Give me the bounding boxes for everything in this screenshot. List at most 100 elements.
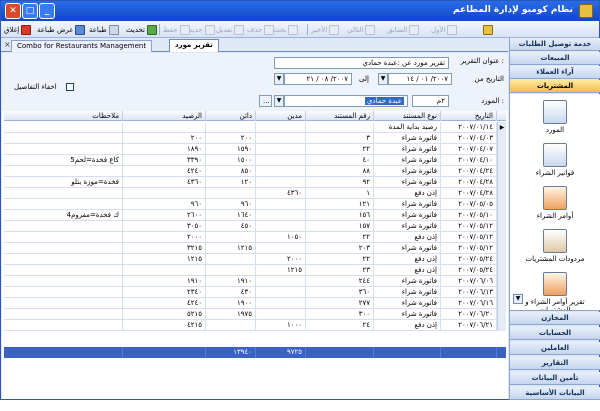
table-row[interactable]: ٢٠٠٧/٠٥/٢٤ إذن دفع ٢٢ ٢٠٠٠ ١٢١٥ <box>4 254 506 265</box>
row-indicator[interactable] <box>497 188 506 199</box>
row-indicator[interactable] <box>497 298 506 309</box>
print-button[interactable]: طباعة <box>89 23 119 36</box>
col-notes <box>12 122 123 133</box>
edit-button[interactable]: تعديل <box>216 23 245 36</box>
col-doc-number: ٣ <box>306 133 374 144</box>
supplier-name-select[interactable]: عبدة حمادي <box>284 95 408 107</box>
table-row[interactable]: ٢٠٠٧/٠٦/٢١ إذن دفع ٢٤ ١٠٠٠ ٤٢١٥ <box>4 320 506 331</box>
table-row[interactable]: ٢٠٠٧/٠٤/٠٧ فاتورة شراء ٢٢ ١٥٩٠ ١٨٩٠ <box>4 144 506 155</box>
header-col-notes[interactable]: ملاحظات <box>12 111 123 121</box>
sidebar-group-2[interactable]: آراء العملاء <box>510 66 600 79</box>
supplier-dropdown[interactable]: ▼ <box>274 95 284 107</box>
table-row[interactable]: ٢٠٠٧/٠٤/٢٨ فاتورة شراء ٩٢ ١٢٠ ٤٣٦٠ فخدة=موزة … <box>4 177 506 188</box>
sidebar-group-bottom-5[interactable]: البيانات الأساسية <box>510 387 600 400</box>
row-indicator[interactable] <box>497 232 506 243</box>
tab-close-button[interactable]: × <box>4 40 11 49</box>
date-from-input[interactable]: ٢٠٠٧/ ٠١ / ١٤ <box>388 73 452 85</box>
row-indicator[interactable] <box>497 276 506 287</box>
search-button[interactable]: بحث <box>273 23 299 36</box>
row-indicator[interactable] <box>497 254 506 265</box>
date-from-dropdown[interactable]: ▼ <box>378 73 388 85</box>
table-row[interactable]: ٢٠٠٧/٠٥/١٢ فاتورة شراء ٢٠٣ ١٢١٥ ٣٢١٥ <box>4 243 506 254</box>
table-row[interactable]: ٢٠٠٧/٠٦/٠٦ فاتورة شراء ٢٤٤ ١٩١٠ ١٩١٠ <box>4 276 506 287</box>
sidebar-item-0[interactable]: المورد <box>510 98 600 141</box>
table-row[interactable]: ٢٠٠٧/٠٤/٢٨ إذن دفع ١ ٤٣٦٠ <box>4 188 506 199</box>
col-doc-type: إذن دفع <box>374 254 441 265</box>
row-indicator[interactable]: ▶ <box>497 122 506 133</box>
header-col-credit[interactable]: دائن <box>206 111 256 121</box>
delete-button[interactable]: حذف <box>247 23 275 36</box>
toolbar-overflow-button[interactable] <box>481 23 493 36</box>
header-col-balance[interactable]: الرصيد <box>123 111 206 121</box>
supplier-code-input[interactable]: ٢م <box>412 95 449 107</box>
exit-button[interactable]: إغلاق <box>4 23 32 36</box>
window-minimize-button[interactable]: _ <box>39 3 55 19</box>
tab-home[interactable]: Combo for Restaurants Management <box>11 40 153 52</box>
date-to-dropdown[interactable]: ▼ <box>274 73 284 85</box>
row-indicator[interactable] <box>497 166 506 177</box>
header-col-doc-type[interactable]: نوع المستند <box>374 111 441 121</box>
col-doc-type: فاتورة شراء <box>374 243 441 254</box>
col-doc-type: فاتورة شراء <box>374 276 441 287</box>
table-row[interactable]: ٢٠٠٧/٠٥/١٢ إذن دفع ٢٢ ١٠٥٠ ٢٠٠٠ <box>4 232 506 243</box>
window-maximize-button[interactable]: □ <box>22 3 38 19</box>
row-indicator[interactable] <box>497 221 506 232</box>
sidebar-group-bottom-0[interactable]: المخازن <box>510 312 600 325</box>
row-indicator[interactable] <box>497 199 506 210</box>
toolbar-separator <box>307 24 308 35</box>
window-close-button[interactable]: ✕ <box>5 3 21 19</box>
header-col-debit[interactable]: مدين <box>256 111 306 121</box>
table-row[interactable]: ٢٠٠٧/٠٤/٠٣ فاتورة شراء ٣ ٢٠٠ ٢٠٠ <box>4 133 506 144</box>
row-indicator[interactable] <box>497 309 506 320</box>
table-row[interactable]: ٢٠٠٧/٠٦/١٦ فاتورة شراء ٢٧٧ ١٩٠٠ ٤٢٤٠ <box>4 298 506 309</box>
row-indicator[interactable] <box>497 155 506 166</box>
sidebar-item-4[interactable]: تقرير أوامر الشراء و المشتريات <box>510 270 600 310</box>
report-title-input[interactable]: تقرير مورد عن :عبدة حمادي <box>274 57 449 69</box>
refresh-button[interactable]: تحديث <box>126 23 157 36</box>
table-row[interactable]: ٢٠٠٧/٠٥/٢٤ إذن دفع ٢٣ ١٢١٥ <box>4 265 506 276</box>
row-indicator[interactable] <box>497 210 506 221</box>
sidebar-group-3[interactable]: المشتريات <box>510 80 600 93</box>
table-row[interactable]: ٢٠٠٧/٠٥/١٠ فاتورة شراء ١٥٦ ١٦٤٠ ٢٦٠٠ 4ك فخدة=… <box>4 210 506 221</box>
header-col-date[interactable]: التاريخ <box>441 111 497 121</box>
row-indicator[interactable] <box>497 320 506 331</box>
sidebar-scroll-down-button[interactable]: ▼ <box>513 294 523 304</box>
toolbar-separator <box>159 24 160 35</box>
table-row[interactable]: ▶ ٢٠٠٧/٠١/١٤ رصيد بداية المدة <box>4 122 506 133</box>
row-indicator[interactable] <box>497 177 506 188</box>
supplier-browse-button[interactable]: ... <box>259 95 272 107</box>
table-row[interactable]: ٢٠٠٧/٠٥/٠٥ فاتورة شراء ١٢١ ٩٦٠ ٩٦٠ <box>4 199 506 210</box>
date-to-input[interactable]: ٢٠٠٧/ ٠٨ / ٢١ <box>284 73 352 85</box>
row-indicator[interactable] <box>497 287 506 298</box>
tab-supplier-report[interactable]: تقرير مورد <box>169 39 219 52</box>
first-record-button[interactable]: الأول <box>431 23 458 36</box>
sidebar-item-3[interactable]: مردودات المشتريات <box>510 227 600 270</box>
sidebar-group-bottom-2[interactable]: العاملين <box>510 342 600 355</box>
row-indicator[interactable] <box>497 144 506 155</box>
hide-details-checkbox[interactable] <box>66 83 74 91</box>
print-preview-button[interactable]: عرض طباعة <box>37 23 86 36</box>
sidebar-item-2[interactable]: أوامر الشراء <box>510 184 600 227</box>
sidebar-group-bottom-1[interactable]: الحسابات <box>510 327 600 340</box>
table-row[interactable]: ٢٠٠٧/٠٥/١٢ فاتورة شراء ١٥٧ ٤٥٠ ٣٠٥٠ <box>4 221 506 232</box>
row-indicator[interactable] <box>497 243 506 254</box>
sidebar-group-1[interactable]: المبيعات <box>510 52 600 65</box>
row-indicator[interactable] <box>497 265 506 276</box>
table-row[interactable]: ٢٠٠٧/٠٤/٢٤ فاتورة شراء ٨٨ ٨٥٠ ٤٢٤٠ <box>4 166 506 177</box>
sidebar-group-bottom-3[interactable]: التقارير <box>510 357 600 370</box>
new-button[interactable]: جديد <box>189 23 215 36</box>
header-col-doc-number[interactable]: رقم المستند <box>306 111 374 121</box>
save-button[interactable]: حفظ <box>163 23 190 36</box>
table-row[interactable]: ٢٠٠٧/٠٤/١٠ فاتورة شراء ٤٠ ١٥٠٠ ٣٣٩٠ 5كاع فخدة… <box>4 155 506 166</box>
row-indicator[interactable] <box>497 133 506 144</box>
last-label: الأخير <box>311 25 328 34</box>
col-doc-number <box>306 122 374 133</box>
next-record-button[interactable]: التالي <box>347 23 376 36</box>
sidebar-item-1[interactable]: فواتير الشراء <box>510 141 600 184</box>
sidebar-group-0[interactable]: خدمة توصيل الطلبات <box>510 38 600 51</box>
table-row[interactable]: ٢٠٠٧/٠٦/١٣ فاتورة شراء ٣٦٠ ٤٣٠ ٢٣٤٠ <box>4 287 506 298</box>
last-record-button[interactable]: الأخير <box>311 23 340 36</box>
prev-record-button[interactable]: السابق <box>387 23 420 36</box>
sidebar-group-bottom-4[interactable]: تأمين البيانات <box>510 372 600 385</box>
table-row[interactable]: ٢٠٠٧/٠٦/٢٠ فاتورة شراء ٣٠٠ ١٩٧٥ ٥٢١٥ <box>4 309 506 320</box>
